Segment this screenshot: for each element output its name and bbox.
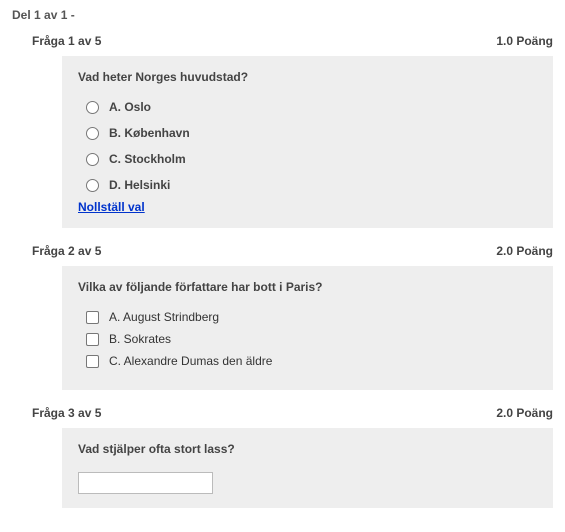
option-label: B. Sokrates <box>109 332 171 346</box>
option-row[interactable]: D. Helsinki <box>86 178 537 192</box>
question-header: Fråga 3 av 5 2.0 Poäng <box>32 406 553 420</box>
radio-icon[interactable] <box>86 153 99 166</box>
question-points: 1.0 Poäng <box>496 34 553 48</box>
options-group: A. Oslo B. København C. Stockholm D. Hel… <box>86 100 537 192</box>
question-block: Fråga 1 av 5 1.0 Poäng Vad heter Norges … <box>32 34 553 228</box>
option-label: B. København <box>109 126 190 140</box>
option-row[interactable]: A. August Strindberg <box>86 310 537 324</box>
question-block: Fråga 2 av 5 2.0 Poäng Vilka av följande… <box>32 244 553 390</box>
option-row[interactable]: C. Stockholm <box>86 152 537 166</box>
question-header: Fråga 2 av 5 2.0 Poäng <box>32 244 553 258</box>
question-header: Fråga 1 av 5 1.0 Poäng <box>32 34 553 48</box>
question-points: 2.0 Poäng <box>496 244 553 258</box>
option-label: D. Helsinki <box>109 178 170 192</box>
reset-choice-link[interactable]: Nollställ val <box>78 200 145 214</box>
option-label: C. Stockholm <box>109 152 186 166</box>
option-row[interactable]: B. København <box>86 126 537 140</box>
option-label: A. Oslo <box>109 100 151 114</box>
question-body: Vad stjälper ofta stort lass? <box>62 428 553 508</box>
radio-icon[interactable] <box>86 179 99 192</box>
question-number: Fråga 1 av 5 <box>32 34 101 48</box>
checkbox-icon[interactable] <box>86 355 99 368</box>
options-group: A. August Strindberg B. Sokrates C. Alex… <box>86 310 537 368</box>
question-number: Fråga 3 av 5 <box>32 406 101 420</box>
answer-text-input[interactable] <box>78 472 213 494</box>
option-row[interactable]: C. Alexandre Dumas den äldre <box>86 354 537 368</box>
question-block: Fråga 3 av 5 2.0 Poäng Vad stjälper ofta… <box>32 406 553 508</box>
question-text: Vad heter Norges huvudstad? <box>78 70 537 84</box>
option-label: C. Alexandre Dumas den äldre <box>109 354 272 368</box>
option-row[interactable]: A. Oslo <box>86 100 537 114</box>
checkbox-icon[interactable] <box>86 311 99 324</box>
option-label: A. August Strindberg <box>109 310 219 324</box>
checkbox-icon[interactable] <box>86 333 99 346</box>
question-text: Vilka av följande författare har bott i … <box>78 280 537 294</box>
part-header: Del 1 av 1 - <box>12 8 553 22</box>
question-points: 2.0 Poäng <box>496 406 553 420</box>
question-text: Vad stjälper ofta stort lass? <box>78 442 537 456</box>
option-row[interactable]: B. Sokrates <box>86 332 537 346</box>
radio-icon[interactable] <box>86 127 99 140</box>
question-body: Vilka av följande författare har bott i … <box>62 266 553 390</box>
question-body: Vad heter Norges huvudstad? A. Oslo B. K… <box>62 56 553 228</box>
question-number: Fråga 2 av 5 <box>32 244 101 258</box>
radio-icon[interactable] <box>86 101 99 114</box>
